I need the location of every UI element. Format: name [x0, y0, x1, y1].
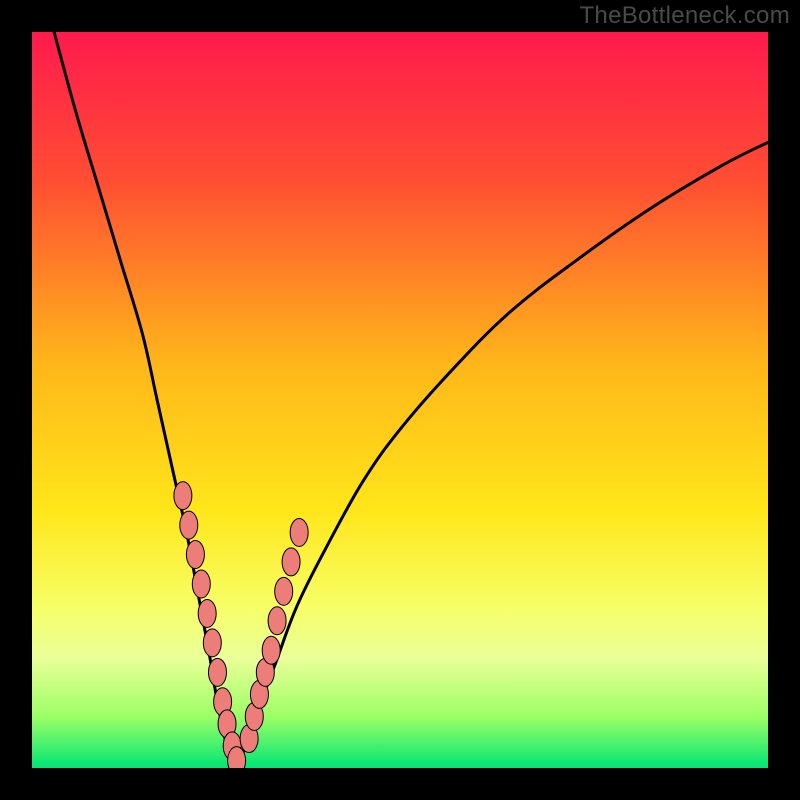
marker-point: [262, 636, 280, 664]
chart-svg: [0, 0, 800, 800]
marker-point: [198, 599, 216, 627]
marker-point: [228, 747, 246, 775]
marker-point: [275, 577, 293, 605]
watermark-text: TheBottleneck.com: [579, 2, 790, 30]
plot-background: [32, 32, 768, 768]
marker-point: [186, 541, 204, 569]
marker-point: [208, 658, 226, 686]
marker-point: [290, 518, 308, 546]
marker-point: [192, 570, 210, 598]
marker-point: [203, 629, 221, 657]
marker-point: [174, 482, 192, 510]
marker-point: [268, 607, 286, 635]
chart-frame: TheBottleneck.com: [0, 0, 800, 800]
marker-point: [180, 511, 198, 539]
marker-point: [282, 548, 300, 576]
